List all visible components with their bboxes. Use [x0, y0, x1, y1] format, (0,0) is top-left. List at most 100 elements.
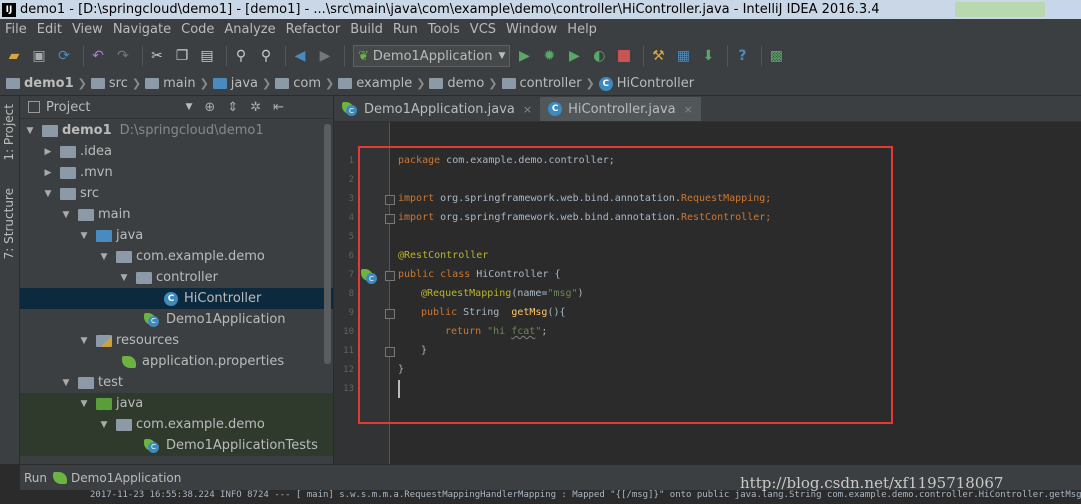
hide-panel-icon[interactable]: ⇤: [273, 100, 284, 115]
breadcrumb-item-example[interactable]: example ❯: [338, 76, 425, 91]
expand-arrow-icon[interactable]: ▼: [78, 336, 90, 346]
project-structure-icon[interactable]: ⚒: [648, 46, 668, 66]
tree-item-resources[interactable]: ▼ resources: [20, 330, 333, 351]
expand-arrow-icon[interactable]: ▼: [78, 231, 90, 241]
chevron-right-icon: ❯: [262, 77, 272, 90]
close-icon[interactable]: ×: [684, 103, 693, 116]
run-configuration-select[interactable]: ❦ Demo1Application ▼: [353, 45, 511, 67]
breadcrumb-item-demo1[interactable]: demo1 ❯: [6, 76, 87, 91]
collapse-arrow-icon[interactable]: ▶: [42, 147, 54, 157]
tree-item-controller[interactable]: ▼ controller: [20, 267, 333, 288]
console-output: 2017-11-23 16:55:38.224 INFO 8724 --- [ …: [0, 490, 1081, 504]
breadcrumb-item-main[interactable]: main ❯: [145, 76, 209, 91]
tab-hicontroller[interactable]: C HiController.java ×: [540, 97, 701, 121]
vcs-icon[interactable]: ▩: [766, 46, 786, 66]
menu-file[interactable]: File: [0, 19, 32, 40]
tree-item-hicontroller[interactable]: C HiController: [20, 288, 333, 309]
paste-icon[interactable]: ▤: [197, 46, 217, 66]
breadcrumb-item-demo[interactable]: demo ❯: [429, 76, 498, 91]
tree-item-src[interactable]: ▼ src: [20, 183, 333, 204]
menu-vcs[interactable]: VCS: [465, 19, 501, 40]
spring-boot-class-icon: C: [342, 102, 358, 116]
expand-arrow-icon[interactable]: ▼: [118, 273, 130, 283]
breadcrumb-item-hicontroller[interactable]: C HiController: [598, 76, 694, 91]
expand-arrow-icon[interactable]: ▼: [98, 252, 110, 262]
run-panel-title[interactable]: Run: [24, 471, 47, 485]
find-icon[interactable]: ⚲: [231, 46, 251, 66]
tree-item-test-package[interactable]: ▼ com.example.demo: [20, 414, 333, 435]
menu-run[interactable]: Run: [388, 19, 423, 40]
tree-item-demo1applicationtests[interactable]: C Demo1ApplicationTests: [20, 435, 333, 456]
tree-item-test-java[interactable]: ▼ java: [20, 393, 333, 414]
expand-arrow-icon[interactable]: ▼: [42, 189, 54, 199]
line-number: 9: [348, 308, 354, 318]
title-bar: IJ demo1 - [D:\springcloud\demo1] - [dem…: [0, 0, 1081, 19]
breadcrumb-item-com[interactable]: com ❯: [275, 76, 334, 91]
replace-icon[interactable]: ⚲: [256, 46, 276, 66]
project-panel-title[interactable]: Project: [46, 100, 90, 115]
menu-window[interactable]: Window: [501, 19, 562, 40]
profile-icon[interactable]: ◐: [589, 46, 609, 66]
menu-tools[interactable]: Tools: [423, 19, 465, 40]
tree-item-package[interactable]: ▼ com.example.demo: [20, 246, 333, 267]
resources-folder-icon: [96, 334, 112, 347]
sync-icon[interactable]: ⟳: [54, 46, 74, 66]
menu-help[interactable]: Help: [562, 19, 602, 40]
menu-navigate[interactable]: Navigate: [108, 19, 176, 40]
sdk-icon[interactable]: ▦: [673, 46, 693, 66]
back-icon[interactable]: ↶: [88, 46, 108, 66]
breadcrumb-item-controller[interactable]: controller ❯: [501, 76, 595, 91]
update-icon[interactable]: ⬇: [698, 46, 718, 66]
debug-icon[interactable]: ✹: [539, 46, 559, 66]
menu-view[interactable]: View: [67, 19, 108, 40]
copy-icon[interactable]: ❐: [172, 46, 192, 66]
line-number: 6: [348, 251, 354, 261]
scroll-from-source-icon[interactable]: ⊕: [204, 100, 215, 115]
tab-project[interactable]: 1: Project: [2, 104, 16, 161]
tree-scrollbar[interactable]: [324, 124, 331, 364]
tree-item-demo1[interactable]: ▼ demo1 D:\springcloud\demo1: [20, 120, 333, 141]
expand-arrow-icon[interactable]: ▼: [60, 378, 72, 388]
close-icon[interactable]: ×: [523, 103, 532, 116]
menu-edit[interactable]: Edit: [32, 19, 67, 40]
tree-item-idea[interactable]: ▶ .idea: [20, 141, 333, 162]
coverage-icon[interactable]: ▶: [564, 46, 584, 66]
run-icon[interactable]: ▶: [514, 46, 534, 66]
expand-arrow-icon[interactable]: ▼: [60, 210, 72, 220]
stop-icon[interactable]: [614, 46, 634, 66]
chevron-down-icon[interactable]: ▼: [185, 102, 192, 112]
tree-item-test[interactable]: ▼ test: [20, 372, 333, 393]
folder-icon: [60, 187, 76, 200]
collapse-all-icon[interactable]: ⇕: [227, 100, 238, 115]
nav-back-icon[interactable]: ◀: [290, 46, 310, 66]
breadcrumb-item-src[interactable]: src ❯: [90, 76, 141, 91]
forward-icon[interactable]: ↷: [113, 46, 133, 66]
gear-icon[interactable]: ✲: [250, 100, 261, 115]
class-icon: C: [164, 291, 178, 306]
help-icon[interactable]: ?: [732, 46, 752, 66]
tab-demo1application[interactable]: C Demo1Application.java ×: [334, 97, 540, 121]
expand-arrow-icon[interactable]: ▼: [78, 399, 90, 409]
open-icon[interactable]: ▰: [4, 46, 24, 66]
tree-item-demo1application[interactable]: C Demo1Application: [20, 309, 333, 330]
menu-refactor[interactable]: Refactor: [281, 19, 346, 40]
breadcrumb-item-java[interactable]: java ❯: [212, 76, 272, 91]
menu-analyze[interactable]: Analyze: [219, 19, 280, 40]
run-config-name[interactable]: Demo1Application: [71, 471, 181, 485]
tab-structure[interactable]: 7: Structure: [2, 188, 16, 259]
collapse-arrow-icon[interactable]: ▶: [42, 168, 54, 178]
cut-icon[interactable]: ✂: [147, 46, 167, 66]
menu-code[interactable]: Code: [176, 19, 219, 40]
save-icon[interactable]: ▣: [29, 46, 49, 66]
expand-arrow-icon[interactable]: ▼: [24, 126, 36, 136]
chevron-right-icon: ❯: [325, 77, 335, 90]
menu-build[interactable]: Build: [345, 19, 388, 40]
tree-item-mvn[interactable]: ▶ .mvn: [20, 162, 333, 183]
chevron-right-icon: ❯: [416, 77, 426, 90]
nav-forward-icon[interactable]: ▶: [315, 46, 335, 66]
tree-item-application-properties[interactable]: application.properties: [20, 351, 333, 372]
tree-item-main[interactable]: ▼ main: [20, 204, 333, 225]
expand-arrow-icon[interactable]: ▼: [98, 420, 110, 430]
tree-item-java[interactable]: ▼ java: [20, 225, 333, 246]
package-icon: [116, 250, 132, 263]
